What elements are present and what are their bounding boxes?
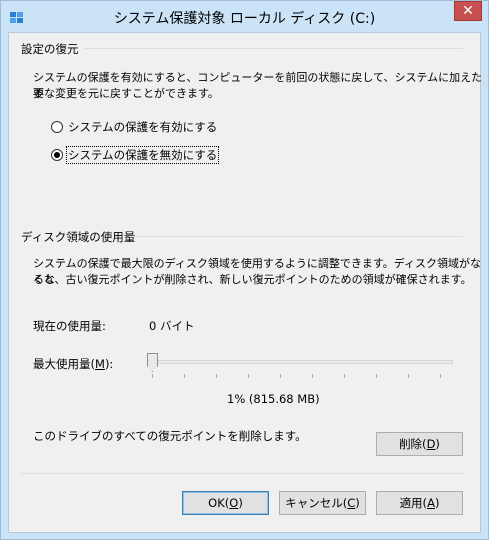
delete-button[interactable]: 削除(D) [376,432,463,456]
slider-tick [280,374,281,378]
current-usage-label: 現在の使用量: [33,319,106,333]
restore-group-divider [85,48,463,49]
close-icon: ✕ [462,3,474,19]
slider-tick [344,374,345,378]
footer-divider [21,473,463,474]
restore-description-line2: 要な変更を元に戻すことができます。 [33,87,219,100]
max-usage-label: 最大使用量(M): [33,357,114,371]
slider-readout: 1% (815.68 MB) [227,392,320,406]
slider-tick [248,374,249,378]
slider-tick [184,374,185,378]
ok-button[interactable]: OK(O) [182,491,269,515]
radio-enable-label: システムの保護を有効にする [68,120,218,134]
disk-group-divider [129,236,463,237]
radio-button[interactable] [51,121,63,133]
restore-group-title: 設定の復元 [21,42,79,56]
current-usage-value: 0 バイト [149,319,195,333]
radio-button-selected[interactable] [51,149,63,161]
slider-tick [376,374,377,378]
apply-button[interactable]: 適用(A) [376,491,463,515]
window-title: システム保護対象 ローカル ディスク (C:) [113,11,376,27]
dialog-window: システム保護対象 ローカル ディスク (C:) ✕ 設定の復元 システムの保護を… [0,0,489,540]
radio-disable-protection[interactable]: システムの保護を無効にする [51,146,220,164]
slider-tick [216,374,217,378]
slider-tick [152,374,153,378]
delete-description: このドライブのすべての復元ポイントを削除します。 [33,429,307,443]
title-bar[interactable]: システム保護対象 ローカル ディスク (C:) ✕ [1,1,488,32]
close-button[interactable]: ✕ [454,1,482,21]
radio-disable-label: システムの保護を無効にする [65,146,220,164]
slider-tick [408,374,409,378]
radio-enable-protection[interactable]: システムの保護を有効にする [51,119,218,135]
slider-tick [312,374,313,378]
disk-group-title: ディスク領域の使用量 [21,230,136,244]
cancel-button[interactable]: キャンセル(C) [279,491,366,515]
slider-tick [440,374,441,378]
disk-description-line2: ると、古い復元ポイントが削除され、新しい復元ポイントのための領域が確保されます。 [33,273,472,286]
max-usage-slider-track[interactable] [153,360,453,364]
system-protection-icon [10,12,23,23]
